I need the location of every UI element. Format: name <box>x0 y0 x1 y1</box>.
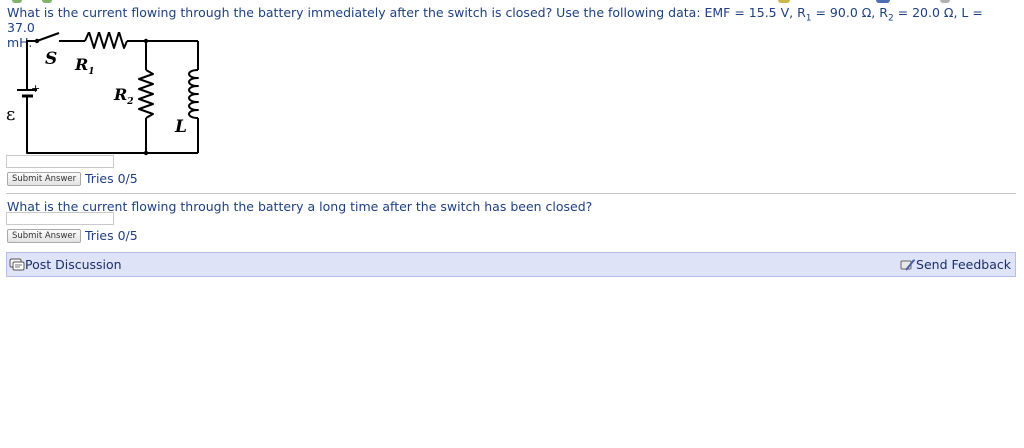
section-divider <box>6 193 1016 194</box>
send-feedback-label: Send Feedback <box>916 257 1011 272</box>
resistor-r1 <box>84 32 128 49</box>
resistor-r2 <box>138 69 154 119</box>
discussion-bar: Post Discussion Send Feedback <box>6 252 1016 277</box>
submit-answer-button-1[interactable]: Submit Answer <box>7 172 82 186</box>
wire-bottom <box>26 100 198 154</box>
switch-label: S <box>45 49 57 69</box>
answer-input-1[interactable] <box>6 155 114 168</box>
plus-label: + <box>31 82 40 95</box>
junction-top <box>143 38 149 44</box>
top-toolbar-strip <box>0 0 1024 4</box>
inductor-coil <box>188 69 199 119</box>
post-discussion-label: Post Discussion <box>25 257 122 272</box>
tries-counter-2: Tries 0/5 <box>85 228 138 243</box>
r1-label: R1 <box>74 55 95 77</box>
discussion-icon <box>9 258 25 270</box>
switch-contact <box>34 38 40 44</box>
junction-bottom <box>143 150 149 156</box>
r2-label: R2 <box>113 85 134 107</box>
emf-label: ε <box>6 104 15 125</box>
circuit-diagram: S R1 R2 L ε + <box>6 32 199 156</box>
post-discussion-link[interactable]: Post Discussion <box>9 257 122 272</box>
tries-counter-1: Tries 0/5 <box>85 171 138 186</box>
submit-answer-button-2[interactable]: Submit Answer <box>7 229 82 243</box>
feedback-icon <box>900 258 916 271</box>
inductor-label: L <box>174 117 187 137</box>
answer-input-2[interactable] <box>6 212 114 225</box>
wire-left-upper <box>26 40 37 76</box>
switch-blade <box>36 32 60 42</box>
send-feedback-link[interactable]: Send Feedback <box>900 257 1011 272</box>
